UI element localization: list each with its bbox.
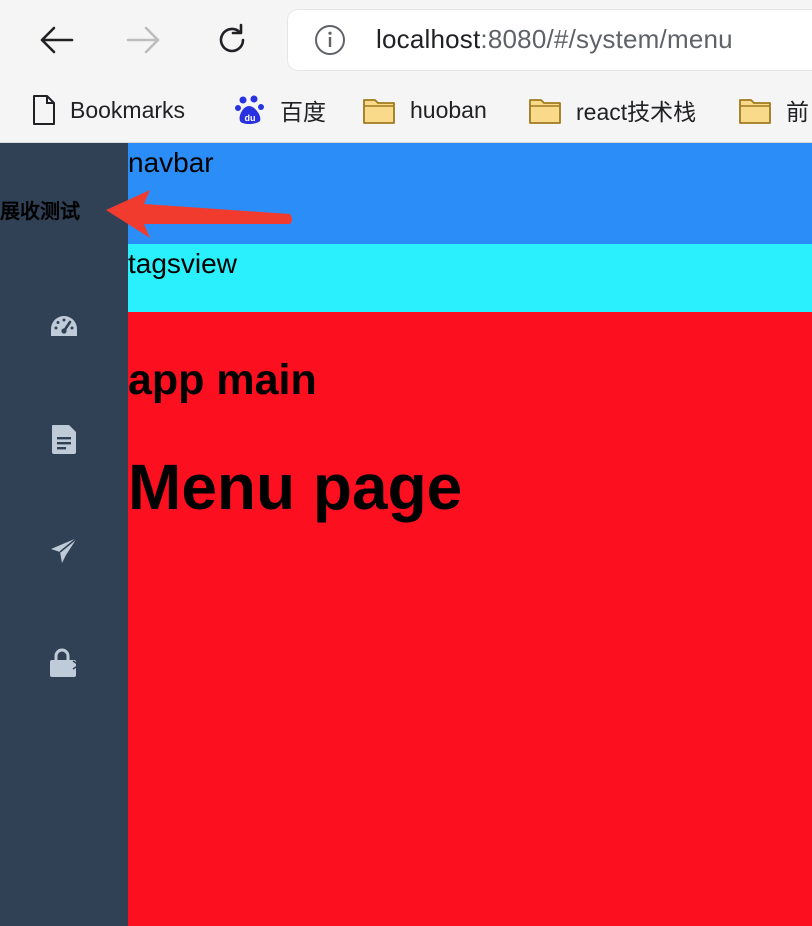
menu-item-document[interactable] bbox=[44, 419, 84, 459]
url-host: localhost bbox=[376, 24, 481, 54]
folder-icon bbox=[739, 99, 771, 124]
app-main: app main Menu page bbox=[128, 312, 812, 926]
baidu-icon: du bbox=[235, 95, 264, 124]
document-icon bbox=[52, 425, 76, 454]
back-button[interactable] bbox=[34, 18, 78, 62]
bookmark-front[interactable]: 前 bbox=[738, 90, 809, 130]
reload-button[interactable] bbox=[210, 18, 254, 62]
url-path: :8080/#/system/menu bbox=[480, 24, 733, 54]
url-text: localhost:8080/#/system/menu bbox=[376, 24, 733, 55]
bookmark-label: Bookmarks bbox=[70, 96, 186, 123]
bookmark-react[interactable]: react技术栈 bbox=[528, 90, 696, 130]
bookmark-label: 百度 bbox=[280, 99, 326, 125]
annotation-arrow bbox=[106, 190, 292, 238]
reload-icon bbox=[219, 23, 245, 53]
tagsview: tagsview bbox=[128, 244, 812, 312]
navbar-label: navbar bbox=[128, 147, 214, 178]
folder-icon bbox=[363, 99, 395, 124]
info-icon[interactable] bbox=[314, 24, 346, 61]
menu-item-send[interactable] bbox=[44, 531, 84, 571]
bookmark-bookmarks[interactable]: Bookmarks bbox=[32, 90, 185, 130]
forward-button[interactable] bbox=[122, 18, 166, 62]
page-title: Menu page bbox=[128, 451, 463, 523]
back-arrow-icon bbox=[40, 26, 74, 54]
tagsview-label: tagsview bbox=[128, 248, 237, 279]
address-bar[interactable]: localhost:8080/#/system/menu bbox=[288, 10, 812, 70]
lock-icon bbox=[50, 648, 80, 677]
menu-item-dashboard[interactable] bbox=[44, 307, 84, 347]
bookmarks-bar: Bookmarks du 百度 huoban react技术栈 前 bbox=[0, 80, 812, 143]
dashboard-icon bbox=[51, 316, 77, 336]
browser-toolbar: localhost:8080/#/system/menu bbox=[0, 0, 812, 80]
bookmark-label: 前 bbox=[786, 99, 809, 125]
paper-plane-icon bbox=[51, 537, 78, 563]
sidebar: 展收测试 bbox=[0, 143, 128, 926]
sidebar-toggle[interactable]: 展收测试 bbox=[0, 195, 80, 224]
svg-text:du: du bbox=[245, 113, 256, 123]
bookmark-label: react技术栈 bbox=[576, 99, 697, 125]
folder-icon bbox=[529, 99, 561, 124]
bookmark-huoban[interactable]: huoban bbox=[362, 90, 487, 130]
bookmark-baidu[interactable]: du 百度 bbox=[234, 90, 326, 130]
forward-arrow-icon bbox=[126, 26, 160, 54]
menu-item-lock[interactable] bbox=[44, 643, 84, 683]
app-main-heading: app main bbox=[128, 356, 317, 404]
bookmark-label: huoban bbox=[410, 96, 487, 123]
page-icon bbox=[33, 95, 55, 125]
